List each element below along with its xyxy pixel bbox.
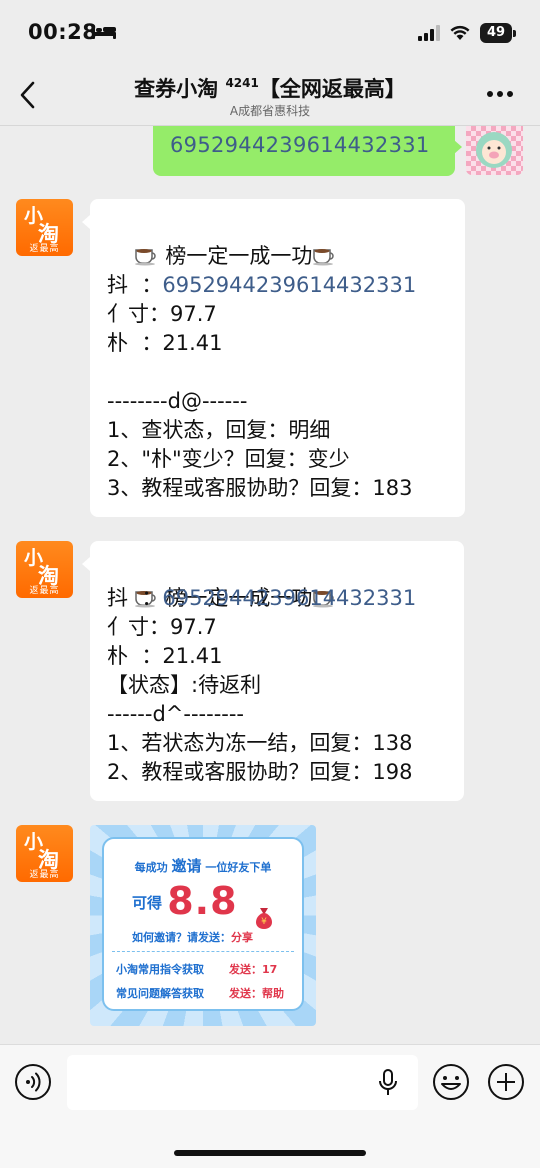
card-row-label: 常见问题解答获取 — [116, 987, 204, 1000]
heading-text: 榜一定一成一功 — [158, 244, 313, 268]
invite-headline: 每成功 邀请 一位好友下单 — [104, 855, 302, 876]
message-input[interactable] — [67, 1055, 418, 1110]
info-line: 亻寸：97.7 — [107, 300, 217, 329]
info-label: 抖 ： — [107, 586, 163, 610]
info-line: 朴 ：21.41 — [107, 329, 222, 358]
option-line: 1、若状态为冻一结，回复：138 — [107, 731, 413, 755]
info-value: 97.7 — [170, 302, 217, 326]
card-row-value: 发送：帮助 — [229, 987, 284, 1000]
chat-subtitle: A成都省惠科技 — [229, 104, 311, 118]
option-line: 3、教程或客服协助？回复：183 — [107, 476, 413, 500]
money-bag-icon: ¥ — [256, 908, 272, 929]
card-divider — [112, 951, 294, 952]
info-label: 亻寸： — [107, 302, 170, 326]
invite-image-card[interactable]: 每成功 邀请 一位好友下单 可得 8.8 ¥ 如何邀请？请发送：分享 小淘常用指… — [90, 825, 316, 1026]
invite-how-line: 如何邀请？请发送：分享 — [132, 929, 253, 945]
wifi-icon — [450, 25, 470, 40]
bubble-tail — [82, 557, 90, 571]
sent-message-bubble[interactable]: 6952944239614432331 — [153, 126, 455, 176]
bot-avatar-line3: 返最高 — [29, 870, 60, 880]
status-bar: 00:28 49 — [0, 0, 540, 64]
info-line: 抖 ：6952944239614432331 — [107, 271, 416, 300]
info-line: 抖 ：6952944239614432331 — [107, 584, 416, 613]
status-time: 00:28 — [28, 20, 98, 44]
invite-card-inner: 每成功 邀请 一位好友下单 可得 8.8 ¥ 如何邀请？请发送：分享 小淘常用指… — [102, 837, 304, 1011]
option-line: 2、教程或客服协助？回复：198 — [107, 760, 413, 784]
battery-icon: 49 — [480, 23, 512, 43]
info-label: 抖 ： — [107, 273, 163, 297]
invite-headline-a: 每成功 — [134, 861, 172, 874]
chat-title: 查券小淘 4241【全网返最高】 — [0, 73, 540, 103]
divider-text: ------d^-------- — [107, 702, 245, 726]
emoji-icon[interactable] — [432, 1063, 470, 1101]
chat-title-count: 4241 — [225, 76, 259, 90]
chat-header: 查券小淘 4241【全网返最高】 A成都省惠科技 — [0, 64, 540, 126]
info-value: 21.41 — [162, 331, 223, 355]
sent-message-text: 6952944239614432331 — [170, 133, 430, 157]
reward-line: 可得 8.8 — [132, 879, 238, 923]
battery-nub — [513, 30, 516, 37]
sent-bubble-tail — [454, 140, 462, 154]
info-value: 97.7 — [170, 615, 217, 639]
reward-amount: 8.8 — [167, 879, 238, 923]
order-number-link[interactable]: 6952944239614432331 — [162, 586, 416, 610]
divider-text: --------d@------ — [107, 389, 248, 413]
more-icon[interactable] — [486, 90, 514, 98]
invite-how-keyword: 分享 — [231, 931, 253, 944]
bubble-tail — [82, 215, 90, 229]
mic-icon[interactable] — [378, 1069, 398, 1097]
info-line: 亻寸：97.7 — [107, 613, 217, 642]
reward-label: 可得 — [132, 894, 168, 912]
pig-avatar-icon — [476, 132, 512, 168]
card-row-label: 小淘常用指令获取 — [116, 963, 204, 976]
plus-icon[interactable] — [487, 1063, 525, 1101]
order-number-link[interactable]: 6952944239614432331 — [162, 273, 416, 297]
status-line: 【状态】:待返利 — [107, 673, 262, 697]
option-line: 2、"朴"变少？回复：变少 — [107, 447, 350, 471]
info-label: 亻寸： — [107, 615, 170, 639]
info-value: 21.41 — [162, 644, 223, 668]
bot-avatar-line3: 返最高 — [29, 586, 60, 596]
bot-avatar[interactable]: 小 淘 返最高 — [16, 199, 73, 256]
bot-avatar[interactable]: 小 淘 返最高 — [16, 541, 73, 598]
voice-icon[interactable] — [14, 1063, 52, 1101]
card-row-value: 发送：17 — [229, 963, 278, 976]
coffee-icon — [312, 244, 337, 266]
info-label: 朴 ： — [107, 644, 163, 668]
home-indicator[interactable] — [174, 1150, 366, 1156]
bed-icon — [92, 25, 116, 39]
message-bubble-1[interactable]: 榜一定一成一功 抖 ：6952944239614432331 亻寸：97.7 朴… — [90, 199, 465, 517]
bot-avatar[interactable]: 小 淘 返最高 — [16, 825, 73, 882]
signal-icon — [418, 25, 440, 41]
chat-title-suffix: 【全网返最高】 — [258, 77, 406, 101]
invite-headline-strong: 邀请 — [171, 857, 202, 875]
svg-text:¥: ¥ — [261, 917, 267, 927]
invite-how-text: 如何邀请？请发送： — [132, 931, 231, 944]
message-bubble-2[interactable]: 榜一定一成一功 抖 ：6952944239614432331 亻寸：97.7 朴… — [90, 541, 464, 801]
coffee-icon — [134, 244, 159, 266]
chat-title-main: 查券小淘 — [134, 77, 219, 101]
info-label: 朴 ： — [107, 331, 163, 355]
option-line: 1、查状态，回复：明细 — [107, 418, 331, 442]
bot-avatar-line3: 返最高 — [29, 244, 60, 254]
info-line: 朴 ：21.41 — [107, 642, 222, 671]
invite-headline-b: 一位好友下单 — [201, 861, 272, 874]
user-avatar[interactable] — [466, 126, 523, 175]
